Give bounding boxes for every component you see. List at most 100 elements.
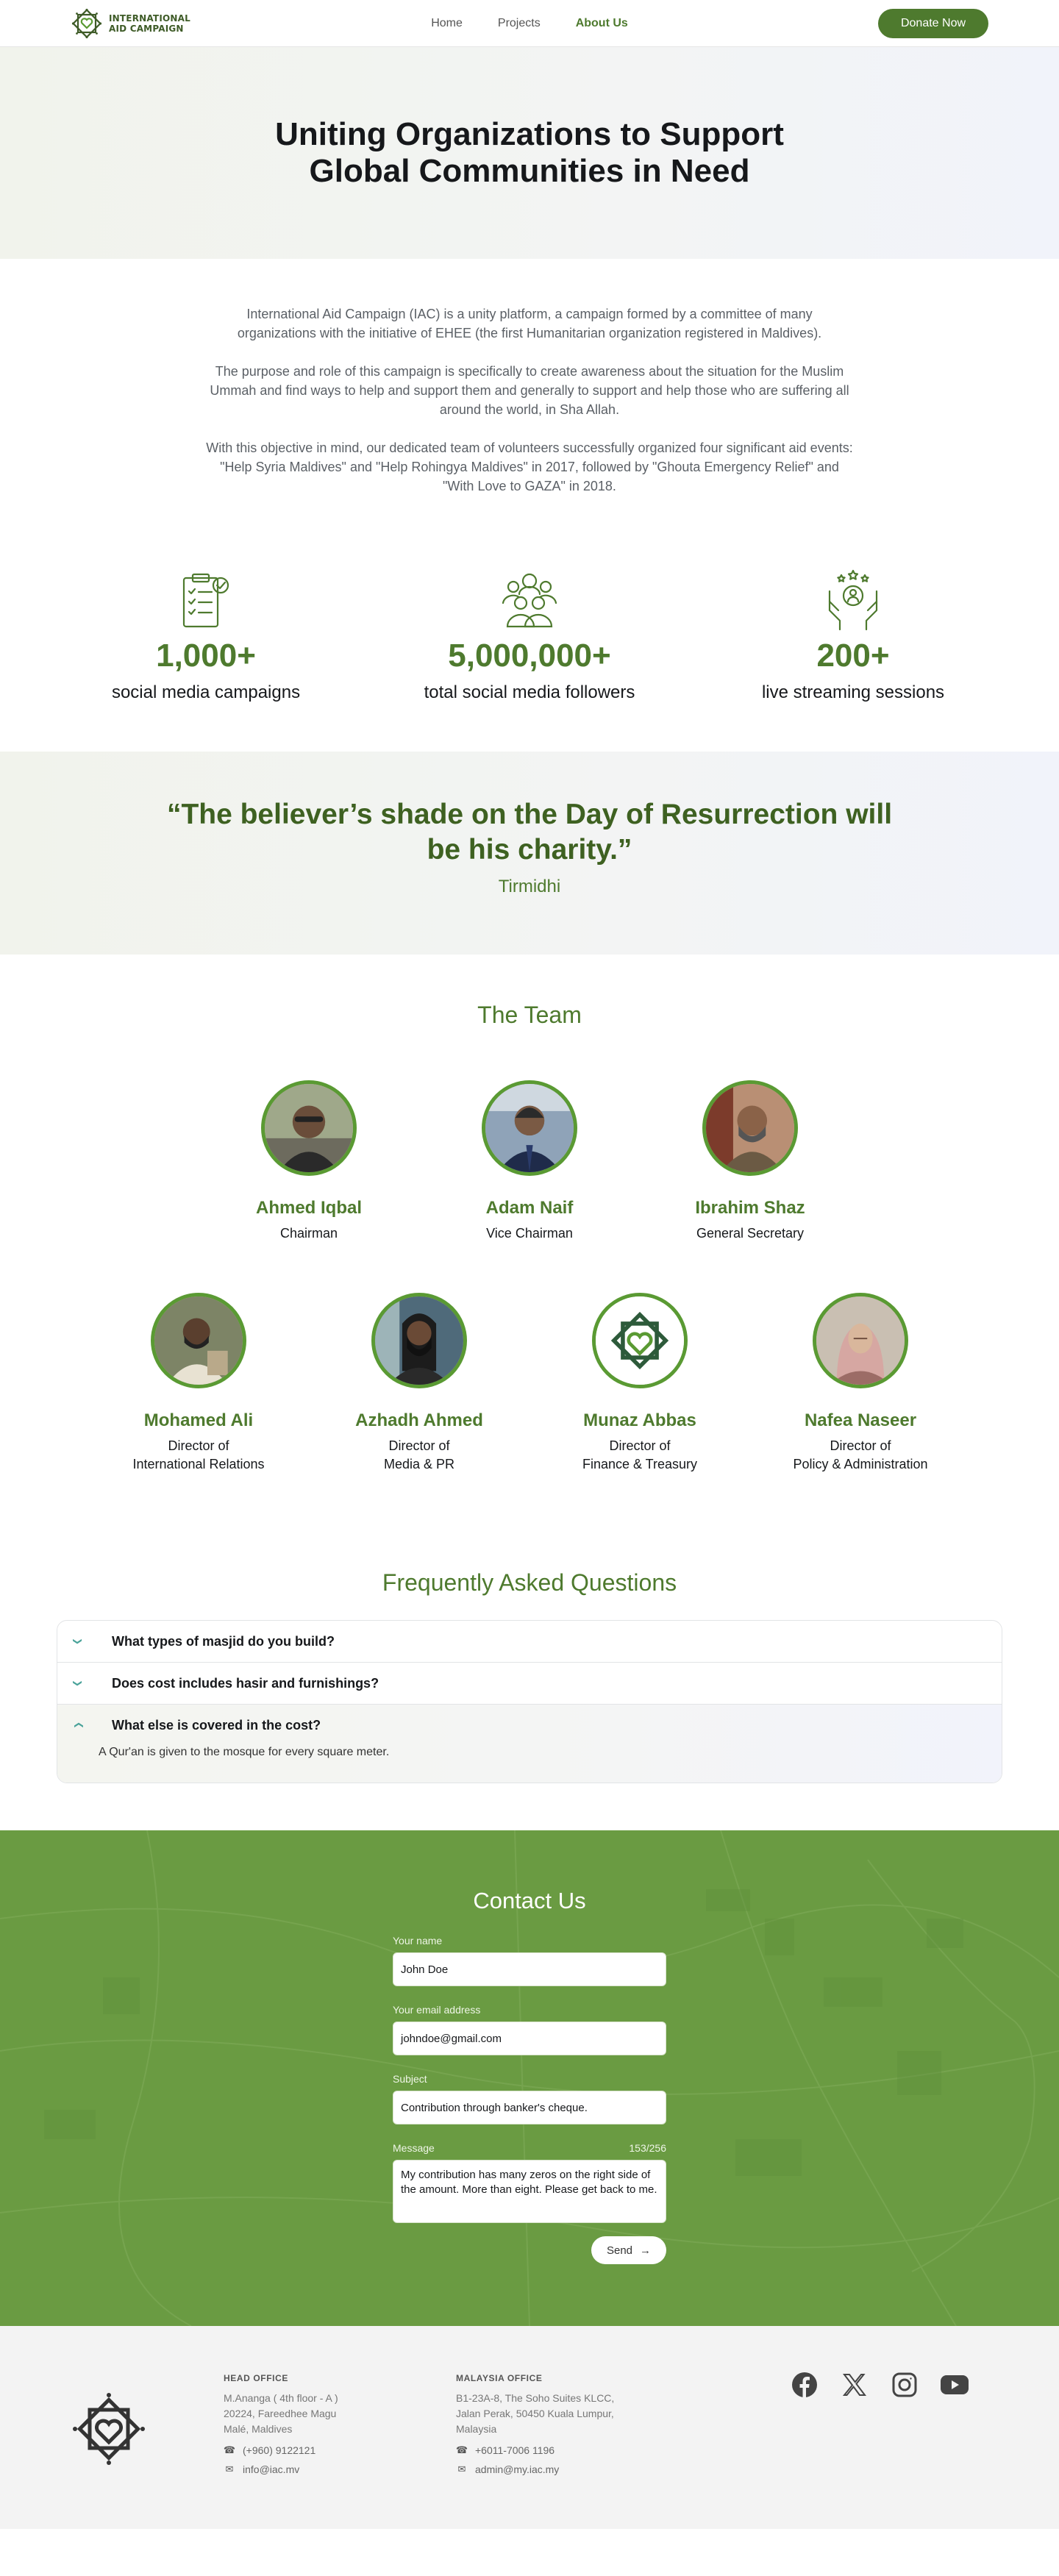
chevron-down-icon: ❯ (73, 1679, 83, 1688)
site-footer: HEAD OFFICE M.Ananga ( 4th floor - A ) 2… (0, 2326, 1059, 2529)
instagram-icon[interactable] (890, 2370, 919, 2400)
email-field[interactable]: johndoe@gmail.com (393, 2022, 666, 2055)
mail-icon: ✉ (457, 2463, 466, 2475)
member-name: Mohamed Ali (143, 1410, 254, 1430)
member-role: Director of Finance & Treasury (582, 1438, 698, 1471)
office-title: MALAYSIA OFFICE (456, 2373, 543, 2383)
office-phone[interactable]: ☎ (+960) 9122121 (224, 2444, 388, 2456)
email-address: admin@my.iac.my (475, 2463, 560, 2475)
facebook-icon[interactable] (790, 2370, 819, 2400)
member-name: Ahmed Iqbal (255, 1198, 362, 1218)
faq-question-text: What types of masjid do you build? (112, 1633, 335, 1649)
youtube-icon[interactable] (940, 2370, 969, 2400)
member-role: Vice Chairman (486, 1226, 573, 1241)
stat-value: 5,000,000+ (448, 638, 611, 674)
team-member: Azhadh Ahmed Director of Media & PR (309, 1293, 530, 1474)
team-row-directors: Mohamed Ali Director of International Re… (0, 1293, 1059, 1474)
quote-source: Tirmidhi (498, 877, 561, 896)
faq-question-toggle[interactable]: ❯ What else is covered in the cost? (57, 1705, 1002, 1746)
faq-section: Frequently Asked Questions ❯ What types … (0, 1474, 1059, 1783)
donate-now-button[interactable]: Donate Now (878, 8, 988, 38)
message-textarea[interactable]: My contribution has many zeros on the ri… (393, 2160, 666, 2223)
stat-label: live streaming sessions (761, 682, 945, 702)
head-office: HEAD OFFICE M.Ananga ( 4th floor - A ) 2… (224, 2373, 388, 2529)
phone-icon: ☎ (223, 2444, 236, 2455)
people-group-icon (502, 573, 557, 628)
team-member: Adam Naif Vice Chairman (419, 1080, 640, 1243)
intro-paragraph-3: With this objective in mind, our dedicat… (206, 440, 853, 493)
faq-item: ❯ What types of masjid do you build? (57, 1621, 1002, 1663)
faq-question-text: Does cost includes hasir and furnishings… (112, 1675, 379, 1691)
avatar (371, 1293, 467, 1388)
nav-link-home[interactable]: Home (431, 17, 463, 30)
team-member: Ibrahim Shaz General Secretary (640, 1080, 860, 1243)
mail-icon: ✉ (225, 2463, 234, 2475)
contact-section: Contact Us Your name John Doe Your email… (0, 1830, 1059, 2326)
avatar (702, 1080, 798, 1176)
team-member: Mohamed Ali Director of International Re… (88, 1293, 309, 1474)
avatar (151, 1293, 246, 1388)
office-address: B1-23A-8, The Soho Suites KLCC, Jalan Pe… (456, 2392, 615, 2435)
member-name: Adam Naif (485, 1198, 574, 1218)
office-address: M.Ananga ( 4th floor - A ) 20224, Fareed… (224, 2392, 338, 2435)
subject-field[interactable]: Contribution through banker's cheque. (393, 2091, 666, 2124)
page-title: Uniting Organizations to Support Global … (275, 116, 784, 189)
avatar (813, 1293, 908, 1388)
message-char-count: 153/256 (629, 2142, 666, 2154)
member-name: Nafea Naseer (804, 1410, 917, 1430)
faq-accordion: ❯ What types of masjid do you build? ❯ D… (57, 1620, 1002, 1783)
faq-item: ❯ Does cost includes hasir and furnishin… (57, 1663, 1002, 1705)
message-label: Message (393, 2142, 435, 2154)
faq-question-toggle[interactable]: ❯ Does cost includes hasir and furnishin… (57, 1663, 1002, 1704)
x-icon[interactable] (840, 2370, 869, 2400)
member-name: Munaz Abbas (583, 1410, 696, 1430)
send-label: Send (606, 2244, 633, 2257)
email-address: info@iac.mv (243, 2463, 300, 2475)
stat-label: social media campaigns (111, 682, 301, 702)
main-nav: Home Projects About Us (431, 17, 628, 30)
faq-question-toggle[interactable]: ❯ What types of masjid do you build? (57, 1621, 1002, 1662)
contact-form: Contact Us Your name John Doe Your email… (393, 1830, 666, 2264)
nav-link-projects[interactable]: Projects (498, 17, 541, 30)
brand-name-line2: AID CAMPAIGN (109, 23, 184, 34)
member-role: Director of Media & PR (383, 1438, 455, 1471)
faq-title: Frequently Asked Questions (382, 1569, 677, 1596)
avatar (482, 1080, 577, 1176)
brand-name-line1: INTERNATIONAL (109, 13, 190, 24)
clipboard-check-icon (182, 573, 229, 628)
chevron-up-icon: ❯ (73, 1721, 83, 1730)
office-phone[interactable]: ☎ +6011-7006 1196 (456, 2444, 621, 2456)
member-name: Azhadh Ahmed (355, 1410, 483, 1430)
member-role: Chairman (279, 1226, 338, 1241)
contact-title: Contact Us (473, 1888, 586, 1913)
social-links (790, 2370, 969, 2400)
faq-answer: A Qur'an is given to the mosque for ever… (99, 1746, 390, 1758)
stat-label: total social media followers (424, 682, 635, 702)
brand-name: INTERNATIONAL AID CAMPAIGN (109, 13, 190, 34)
iac-logo-icon (596, 1296, 684, 1385)
top-nav: INTERNATIONAL AID CAMPAIGN Home Projects… (0, 0, 1059, 47)
stat-followers: 5,000,000+ total social media followers (397, 565, 662, 703)
intro-paragraph-1: International Aid Campaign (IAC) is a un… (237, 307, 822, 340)
chevron-down-icon: ❯ (73, 1637, 83, 1646)
intro-paragraph-2: The purpose and role of this campaign is… (210, 364, 849, 417)
team-member: Nafea Naseer Director of Policy & Admini… (750, 1293, 971, 1474)
phone-number: +6011-7006 1196 (475, 2444, 555, 2456)
name-label: Your name (393, 1935, 443, 1947)
stat-campaigns: 1,000+ social media campaigns (74, 565, 338, 703)
faq-question-text: What else is covered in the cost? (112, 1717, 321, 1733)
avatar (261, 1080, 357, 1176)
team-title: The Team (477, 1002, 582, 1028)
quote-banner: “The believer’s shade on the Day of Resu… (0, 752, 1059, 955)
brand-logo-link[interactable]: INTERNATIONAL AID CAMPAIGN (71, 7, 190, 40)
name-field[interactable]: John Doe (393, 1952, 666, 1986)
send-button[interactable]: Send → (591, 2236, 666, 2264)
avatar (592, 1293, 688, 1388)
team-row-leadership: Ahmed Iqbal Chairman Adam Naif Vice Chai… (0, 1080, 1059, 1243)
office-email[interactable]: ✉ info@iac.mv (224, 2463, 388, 2475)
stat-value: 200+ (816, 638, 890, 674)
malaysia-office: MALAYSIA OFFICE B1-23A-8, The Soho Suite… (456, 2373, 621, 2529)
office-email[interactable]: ✉ admin@my.iac.my (456, 2463, 621, 2475)
nav-link-about-us[interactable]: About Us (576, 17, 628, 30)
stat-value: 1,000+ (156, 638, 256, 674)
